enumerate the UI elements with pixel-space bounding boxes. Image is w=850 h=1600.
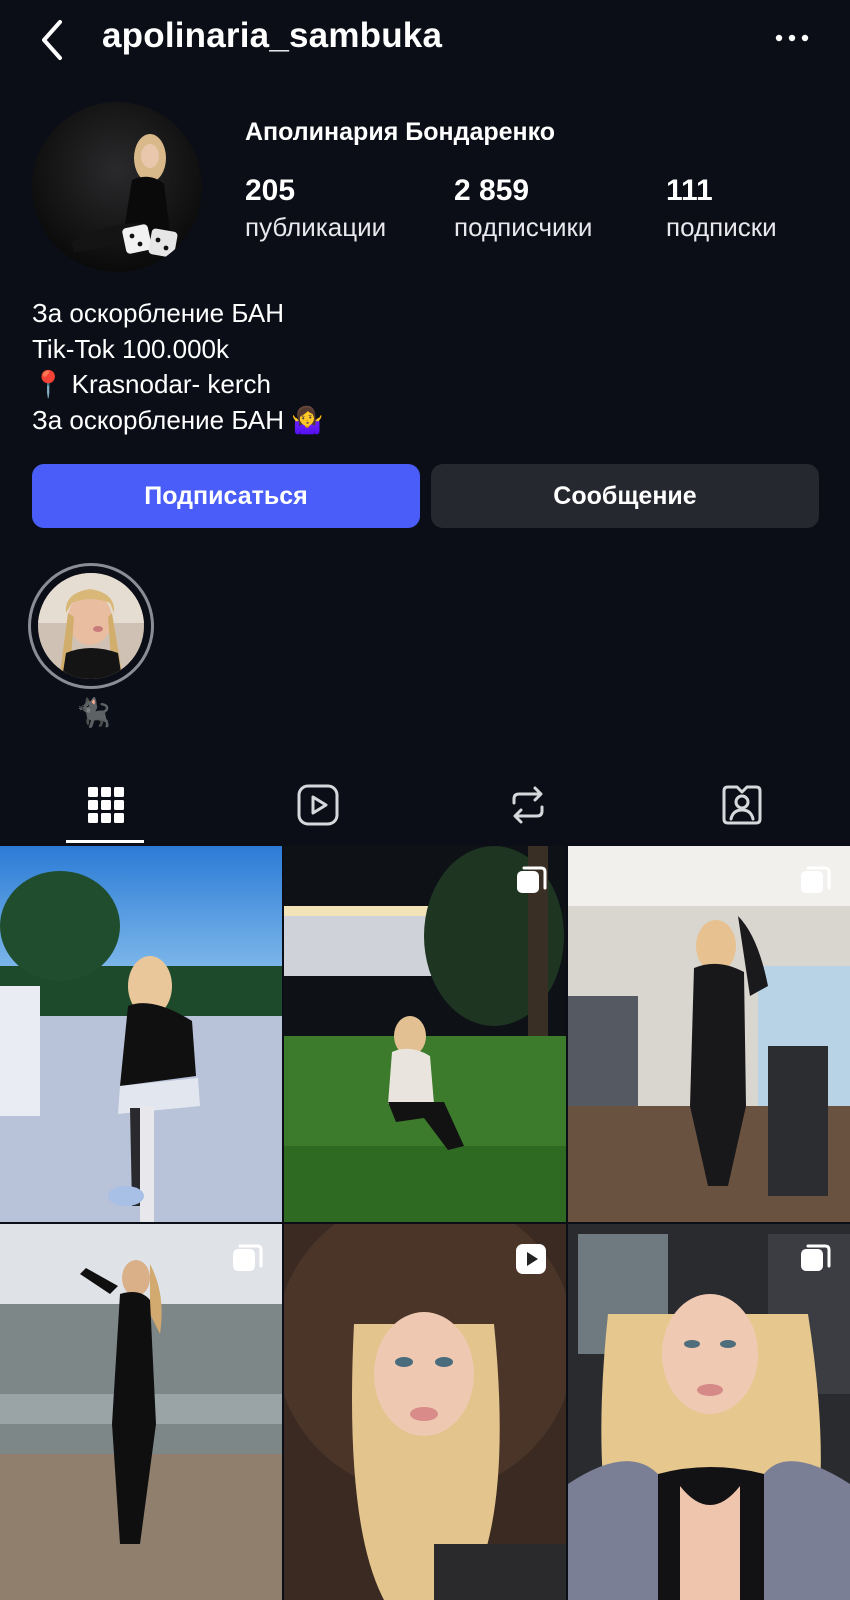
profile-username: apolinaria_sambuka (102, 16, 443, 55)
post-tile[interactable] (568, 846, 850, 1222)
carousel-icon (233, 1244, 263, 1271)
stat-followers-count: 2 859 (454, 174, 530, 207)
posts-grid (0, 846, 850, 1600)
follow-button[interactable]: Подписаться (32, 464, 420, 528)
post-tile[interactable] (0, 846, 282, 1222)
more-options-button[interactable] (772, 22, 812, 54)
stat-followers-label: подписчики (454, 212, 593, 242)
carousel-icon (801, 1244, 831, 1271)
reel-icon (516, 1244, 546, 1274)
highlight-label: 🐈‍⬛ (76, 697, 111, 728)
stat-following[interactable]: 111 подписки (666, 173, 777, 245)
stat-following-label: подписки (666, 212, 777, 242)
tab-reposts[interactable] (478, 765, 578, 845)
tagged-icon (722, 785, 762, 825)
profile-bio: За оскорбление БАН Tik-Tok 100.000k 📍 Kr… (32, 296, 324, 438)
top-bar: apolinaria_sambuka (0, 0, 850, 80)
active-tab-indicator (66, 840, 144, 843)
grid-icon (88, 787, 124, 823)
post-tile[interactable] (568, 1224, 850, 1600)
story-highlight[interactable] (28, 563, 154, 689)
back-button[interactable] (34, 16, 74, 64)
carousel-icon (517, 866, 547, 893)
highlight-cover (38, 573, 144, 679)
stat-posts-label: публикации (245, 212, 387, 242)
post-tile[interactable] (0, 1224, 282, 1600)
bio-line: За оскорбление БАН (32, 298, 284, 328)
profile-full-name: Аполинария Бондаренко (245, 118, 556, 146)
stat-followers[interactable]: 2 859 подписчики (454, 173, 592, 245)
bio-line: Tik-Tok 100.000k (32, 333, 230, 364)
chevron-left-icon (42, 20, 62, 60)
stat-posts-count: 205 (245, 174, 296, 207)
stat-following-count: 111 (666, 174, 713, 207)
stat-posts[interactable]: 205 публикации (245, 173, 386, 245)
reposts-icon (512, 786, 544, 824)
profile-avatar[interactable] (32, 102, 202, 272)
more-horizontal-icon (775, 34, 809, 42)
reels-icon (297, 784, 339, 826)
bio-line: За оскорбление БАН 🤷‍♀️ (32, 404, 324, 435)
post-tile[interactable] (284, 1224, 566, 1600)
tab-reels[interactable] (268, 765, 368, 845)
tab-posts[interactable] (56, 765, 156, 845)
tab-tagged[interactable] (692, 765, 792, 845)
bio-line: 📍 Krasnodar- kerch (32, 369, 272, 399)
carousel-icon (801, 866, 831, 893)
post-tile[interactable] (284, 846, 566, 1222)
message-button[interactable]: Сообщение (431, 464, 819, 528)
profile-tabs (0, 765, 850, 845)
